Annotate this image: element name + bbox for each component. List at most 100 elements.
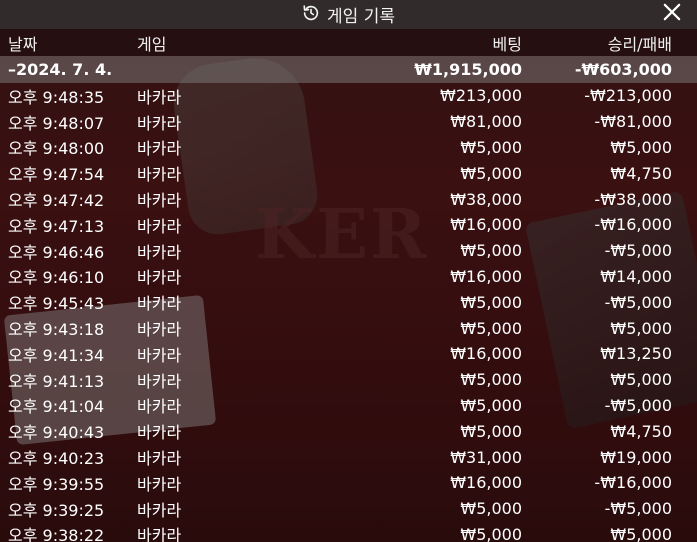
row-time: 오후 9:40:43 [8,423,105,443]
row-bet: ₩16,000 [450,266,522,286]
title-bar: 게임 기록 [0,0,697,29]
row-bet: ₩16,000 [450,344,522,364]
header-bet[interactable]: 베팅 [286,31,522,55]
row-game: 바카라 [137,87,182,107]
header-date[interactable]: 날짜 [0,31,133,55]
row-result: ₩5,000 [610,370,672,390]
table-row[interactable]: 오후 9:43:18 바카라 ₩5,000 ₩5,000 [0,315,697,341]
game-history-panel: 게임 기록 날짜 게임 베팅 승리/패배 –2024. 7. 4. ₩1,915… [0,0,697,542]
panel-title: 게임 기록 [327,7,395,27]
table-row[interactable]: 오후 9:48:35 바카라 ₩213,000 -₩213,000 [0,83,697,109]
row-game: 바카라 [137,294,182,314]
row-result: ₩5,000 [610,318,672,338]
row-result: -₩81,000 [594,112,672,132]
close-button[interactable] [661,3,683,25]
row-bet: ₩5,000 [460,318,522,338]
row-bet: ₩5,000 [460,524,522,542]
table-row[interactable]: 오후 9:47:54 바카라 ₩5,000 ₩4,750 [0,160,697,186]
row-time: 오후 9:48:07 [8,113,105,133]
row-time: 오후 9:47:54 [8,165,105,185]
row-time: 오후 9:39:55 [8,474,105,494]
row-bet: ₩81,000 [450,112,522,132]
history-list: 오후 9:48:35 바카라 ₩213,000 -₩213,000 오후 9:48:07… [0,83,697,542]
row-result: ₩4,750 [610,163,672,183]
date-group-row[interactable]: –2024. 7. 4. ₩1,915,000 -₩603,000 [0,56,697,83]
table-row[interactable]: 오후 9:48:00 바카라 ₩5,000 ₩5,000 [0,135,697,161]
table-row[interactable]: 오후 9:39:25 바카라 ₩5,000 -₩5,000 [0,496,697,522]
row-time: 오후 9:47:42 [8,191,105,211]
row-game: 바카라 [137,526,182,542]
table-row[interactable]: 오후 9:46:46 바카라 ₩5,000 -₩5,000 [0,238,697,264]
row-game: 바카라 [137,397,182,417]
header-result[interactable]: 승리/패배 [522,31,672,55]
row-time: 오후 9:46:10 [8,268,105,288]
row-result: -₩16,000 [594,215,672,235]
table-row[interactable]: 오후 9:41:13 바카라 ₩5,000 ₩5,000 [0,367,697,393]
row-game: 바카라 [137,320,182,340]
row-time: 오후 9:41:13 [8,371,105,391]
row-game: 바카라 [137,191,182,211]
row-time: 오후 9:40:23 [8,449,105,469]
row-result: -₩5,000 [604,241,672,261]
row-bet: ₩5,000 [460,137,522,157]
row-result: ₩4,750 [610,421,672,441]
row-game: 바카라 [137,371,182,391]
history-icon [302,4,320,26]
table-row[interactable]: 오후 9:47:42 바카라 ₩38,000 -₩38,000 [0,186,697,212]
row-result: -₩213,000 [584,86,672,106]
group-bet-total: ₩1,915,000 [414,60,522,79]
row-game: 바카라 [137,345,182,365]
row-result: -₩5,000 [604,292,672,312]
table-row[interactable]: 오후 9:39:55 바카라 ₩16,000 -₩16,000 [0,470,697,496]
row-game: 바카라 [137,268,182,288]
row-bet: ₩5,000 [460,370,522,390]
row-result: -₩38,000 [594,189,672,209]
row-time: 오후 9:48:35 [8,87,105,107]
row-result: ₩19,000 [600,447,672,467]
row-bet: ₩5,000 [460,241,522,261]
row-bet: ₩5,000 [460,163,522,183]
row-bet: ₩5,000 [460,499,522,519]
table-row[interactable]: 오후 9:41:04 바카라 ₩5,000 -₩5,000 [0,393,697,419]
row-result: -₩5,000 [604,395,672,415]
row-game: 바카라 [137,113,182,133]
table-row[interactable]: 오후 9:40:43 바카라 ₩5,000 ₩4,750 [0,418,697,444]
row-game: 바카라 [137,139,182,159]
row-bet: ₩38,000 [450,189,522,209]
row-time: 오후 9:47:13 [8,216,105,236]
row-time: 오후 9:39:25 [8,500,105,520]
row-game: 바카라 [137,449,182,469]
row-time: 오후 9:38:22 [8,526,105,542]
row-bet: ₩5,000 [460,292,522,312]
row-game: 바카라 [137,165,182,185]
table-row[interactable]: 오후 9:46:10 바카라 ₩16,000 ₩14,000 [0,264,697,290]
row-game: 바카라 [137,242,182,262]
row-bet: ₩5,000 [460,395,522,415]
row-game: 바카라 [137,216,182,236]
row-result: ₩5,000 [610,524,672,542]
row-bet: ₩213,000 [440,86,522,106]
row-game: 바카라 [137,423,182,443]
group-date: –2024. 7. 4. [8,60,113,79]
row-game: 바카라 [137,500,182,520]
row-result: ₩13,250 [600,344,672,364]
table-row[interactable]: 오후 9:40:23 바카라 ₩31,000 ₩19,000 [0,444,697,470]
row-result: -₩16,000 [594,473,672,493]
row-result: ₩14,000 [600,266,672,286]
table-row[interactable]: 오후 9:38:22 바카라 ₩5,000 ₩5,000 [0,522,697,542]
row-result: ₩5,000 [610,137,672,157]
table-header: 날짜 게임 베팅 승리/패배 [0,29,697,56]
table-row[interactable]: 오후 9:41:34 바카라 ₩16,000 ₩13,250 [0,341,697,367]
row-time: 오후 9:41:04 [8,397,105,417]
row-time: 오후 9:41:34 [8,345,105,365]
close-icon [663,3,681,25]
table-row[interactable]: 오후 9:48:07 바카라 ₩81,000 -₩81,000 [0,109,697,135]
row-bet: ₩16,000 [450,215,522,235]
group-result-total: -₩603,000 [574,60,672,79]
row-time: 오후 9:46:46 [8,242,105,262]
table-row[interactable]: 오후 9:45:43 바카라 ₩5,000 -₩5,000 [0,289,697,315]
row-result: -₩5,000 [604,499,672,519]
row-time: 오후 9:48:00 [8,139,105,159]
table-row[interactable]: 오후 9:47:13 바카라 ₩16,000 -₩16,000 [0,212,697,238]
header-game[interactable]: 게임 [133,31,286,55]
